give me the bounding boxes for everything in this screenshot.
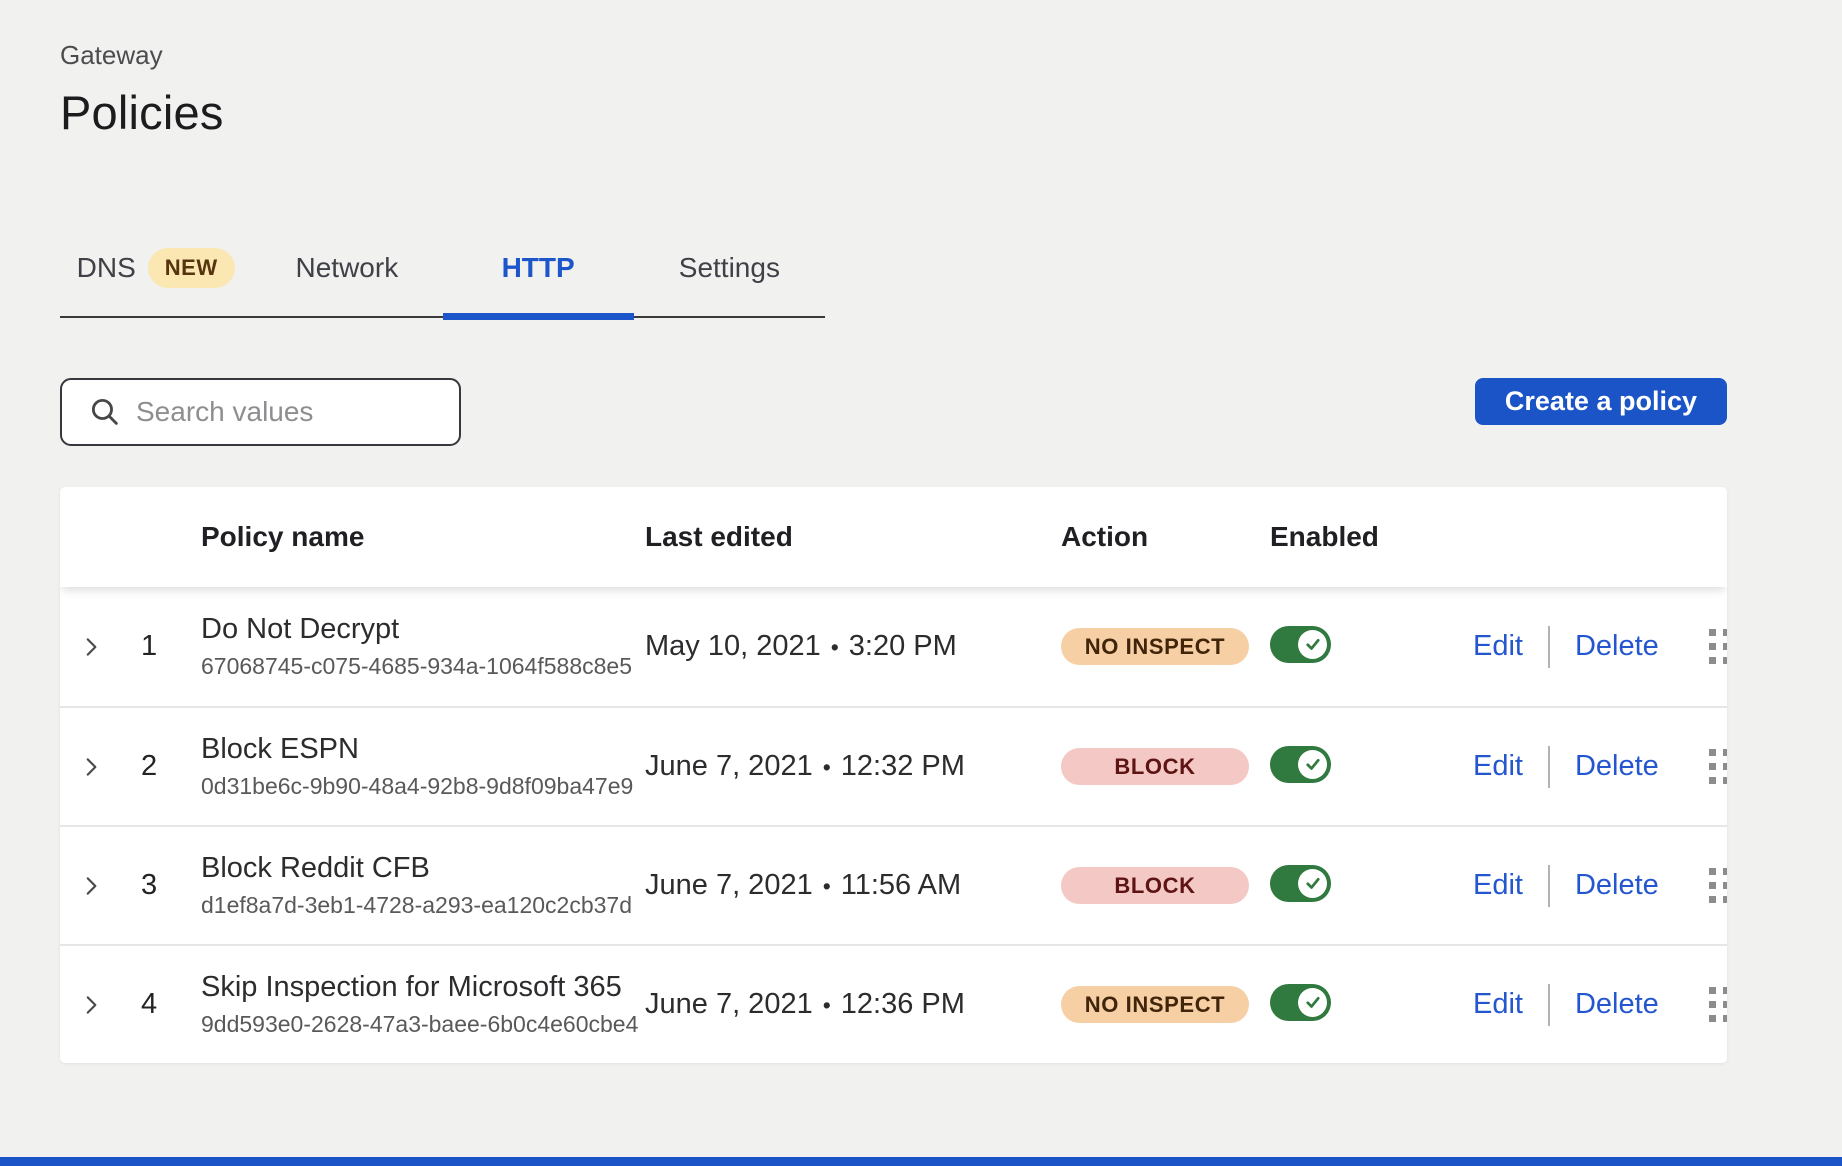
table-header-row: Policy name Last edited Action Enabled [60,487,1727,587]
chevron-right-icon [78,634,104,660]
policy-name: Do Not Decrypt [201,613,645,646]
policy-uuid: 0d31be6c-9b90-48a4-92b8-9d8f09ba47e9 [201,773,645,800]
last-edited-date: June 7, 2021 [645,869,813,901]
expand-row-button[interactable] [74,869,108,903]
date-time-separator: • [823,873,831,899]
enabled-toggle[interactable] [1270,746,1331,783]
last-edited-time: 12:36 PM [841,988,965,1020]
row-number: 4 [126,988,201,1021]
table-row: 3 Block Reddit CFB d1ef8a7d-3eb1-4728-a2… [60,825,1727,944]
row-number: 3 [126,869,201,902]
last-edited: June 7, 2021 • 12:32 PM [645,750,1061,783]
last-edited: June 7, 2021 • 12:36 PM [645,988,1061,1021]
edit-link[interactable]: Edit [1473,988,1523,1021]
action-badge: NO INSPECT [1061,628,1249,665]
last-edited-date: June 7, 2021 [645,750,813,782]
tab-network[interactable]: Network [251,242,442,316]
tab-dns-label: DNS [77,252,136,284]
last-edited: June 7, 2021 • 11:56 AM [645,869,1061,902]
edit-link[interactable]: Edit [1473,869,1523,902]
drag-handle-icon[interactable] [1709,749,1727,784]
column-header-enabled: Enabled [1270,521,1450,553]
date-time-separator: • [823,992,831,1018]
drag-handle-icon[interactable] [1709,987,1727,1022]
toggle-knob [1298,750,1327,779]
page-title: Policies [60,85,1727,140]
drag-handle-icon[interactable] [1709,868,1727,903]
action-divider [1548,865,1550,907]
breadcrumb: Gateway [60,40,1727,71]
tab-http[interactable]: HTTP [443,242,634,316]
table-row: 1 Do Not Decrypt 67068745-c075-4685-934a… [60,587,1727,706]
policy-uuid: d1ef8a7d-3eb1-4728-a293-ea120c2cb37d [201,892,645,919]
drag-handle-icon[interactable] [1709,629,1727,664]
date-time-separator: • [823,754,831,780]
toggle-knob [1298,630,1327,659]
policy-name: Block Reddit CFB [201,852,645,885]
expand-row-button[interactable] [74,988,108,1022]
edit-link[interactable]: Edit [1473,630,1523,663]
last-edited: May 10, 2021 • 3:20 PM [645,630,1061,663]
policies-table: Policy name Last edited Action Enabled 1… [60,487,1727,1063]
action-divider [1548,984,1550,1026]
bottom-accent-bar [0,1157,1842,1166]
policy-name: Skip Inspection for Microsoft 365 [201,971,645,1004]
check-icon [1304,874,1322,892]
action-divider [1548,746,1550,788]
check-icon [1304,755,1322,773]
last-edited-time: 11:56 AM [841,869,961,901]
last-edited-date: May 10, 2021 [645,630,821,662]
search-input[interactable] [136,396,497,428]
toolbar: Create a policy [60,378,1727,446]
expand-row-button[interactable] [74,630,108,664]
toggle-knob [1298,869,1327,898]
column-header-action: Action [1061,521,1270,553]
last-edited-time: 3:20 PM [849,630,957,662]
edit-link[interactable]: Edit [1473,750,1523,783]
date-time-separator: • [831,634,839,660]
row-number: 2 [126,750,201,783]
chevron-right-icon [78,992,104,1018]
search-box[interactable] [60,378,461,446]
chevron-right-icon [78,754,104,780]
tab-http-label: HTTP [502,252,575,284]
action-divider [1548,626,1550,668]
chevron-right-icon [78,873,104,899]
expand-row-button[interactable] [74,750,108,784]
table-row: 2 Block ESPN 0d31be6c-9b90-48a4-92b8-9d8… [60,706,1727,825]
policy-uuid: 9dd593e0-2628-47a3-baee-6b0c4e60cbe4 [201,1011,645,1038]
table-row: 4 Skip Inspection for Microsoft 365 9dd5… [60,944,1727,1063]
action-badge: BLOCK [1061,748,1249,785]
tab-settings[interactable]: Settings [634,242,825,316]
enabled-toggle[interactable] [1270,865,1331,902]
create-policy-button[interactable]: Create a policy [1475,378,1727,425]
last-edited-date: June 7, 2021 [645,988,813,1020]
check-icon [1304,635,1322,653]
delete-link[interactable]: Delete [1575,869,1659,902]
check-icon [1304,993,1322,1011]
policy-uuid: 67068745-c075-4685-934a-1064f588c8e5 [201,653,645,680]
action-badge: NO INSPECT [1061,986,1249,1023]
column-header-policy-name: Policy name [201,521,645,553]
tab-settings-label: Settings [679,252,780,284]
tab-network-label: Network [296,252,399,284]
toggle-knob [1298,988,1327,1017]
row-number: 1 [126,630,201,663]
search-icon [88,395,122,429]
enabled-toggle[interactable] [1270,626,1331,663]
tab-bar: DNS NEW Network HTTP Settings [60,242,825,318]
action-badge: BLOCK [1061,867,1249,904]
last-edited-time: 12:32 PM [841,750,965,782]
tab-dns[interactable]: DNS NEW [60,242,251,316]
table-body: 1 Do Not Decrypt 67068745-c075-4685-934a… [60,587,1727,1063]
policy-name: Block ESPN [201,733,645,766]
gateway-policies-page: Gateway Policies DNS NEW Network HTTP Se… [0,0,1842,1063]
delete-link[interactable]: Delete [1575,630,1659,663]
new-badge: NEW [148,248,235,288]
enabled-toggle[interactable] [1270,984,1331,1021]
delete-link[interactable]: Delete [1575,988,1659,1021]
column-header-last-edited: Last edited [645,521,1061,553]
delete-link[interactable]: Delete [1575,750,1659,783]
